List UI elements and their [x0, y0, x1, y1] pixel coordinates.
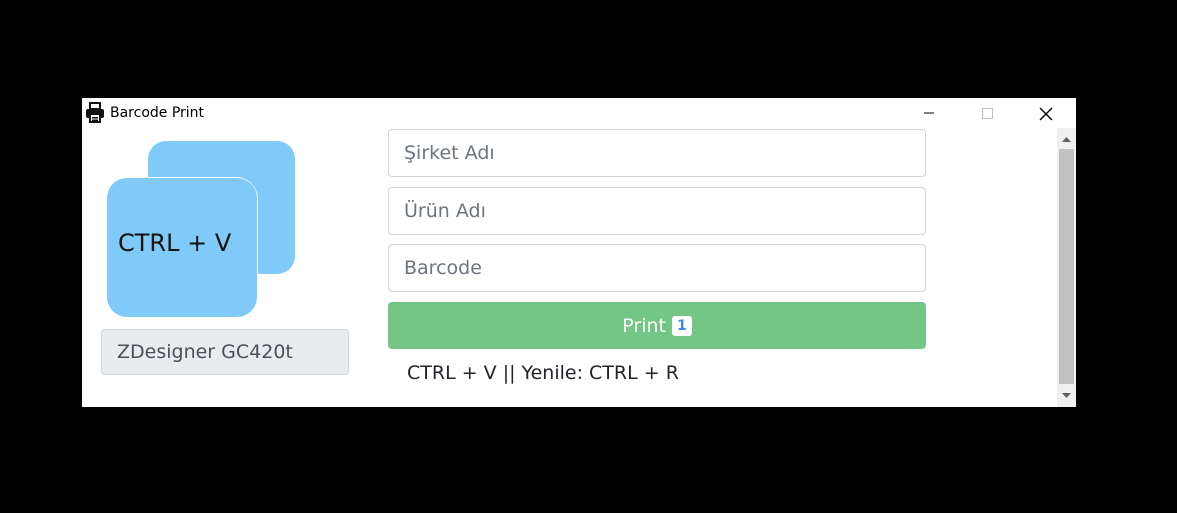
print-count-badge: 1 [671, 315, 692, 336]
shortcut-hint: CTRL + V || Yenile: CTRL + R [407, 362, 679, 384]
product-name-input[interactable] [388, 187, 926, 235]
printer-name-field[interactable]: ZDesigner GC420t [101, 329, 349, 375]
minimize-icon [924, 112, 934, 114]
close-button[interactable] [1022, 98, 1068, 128]
print-button[interactable]: Print 1 [388, 302, 926, 349]
window-title: Barcode Print [110, 105, 205, 121]
barcode-input[interactable] [388, 244, 926, 292]
title-bar[interactable]: Barcode Print [82, 98, 1076, 128]
maximize-icon [982, 108, 993, 119]
app-window: Barcode Print CTRL + V ZDesigner GC420t [82, 98, 1076, 407]
close-icon [1039, 107, 1053, 121]
company-name-input[interactable] [388, 129, 926, 177]
main-content: CTRL + V ZDesigner GC420t Print 1 CTRL +… [82, 128, 1057, 407]
printer-icon [85, 102, 105, 124]
vertical-scrollbar[interactable] [1057, 128, 1076, 407]
minimize-button[interactable] [906, 98, 952, 128]
logo-text: CTRL + V [118, 229, 232, 257]
arrow-up-icon [1062, 137, 1071, 142]
maximize-button[interactable] [964, 98, 1010, 128]
scroll-thumb[interactable] [1059, 149, 1074, 384]
arrow-down-icon [1062, 393, 1071, 398]
print-button-label: Print [622, 314, 666, 337]
scroll-up-button[interactable] [1057, 130, 1076, 148]
ctrl-v-logo: CTRL + V [107, 141, 297, 317]
scroll-down-button[interactable] [1057, 387, 1076, 405]
